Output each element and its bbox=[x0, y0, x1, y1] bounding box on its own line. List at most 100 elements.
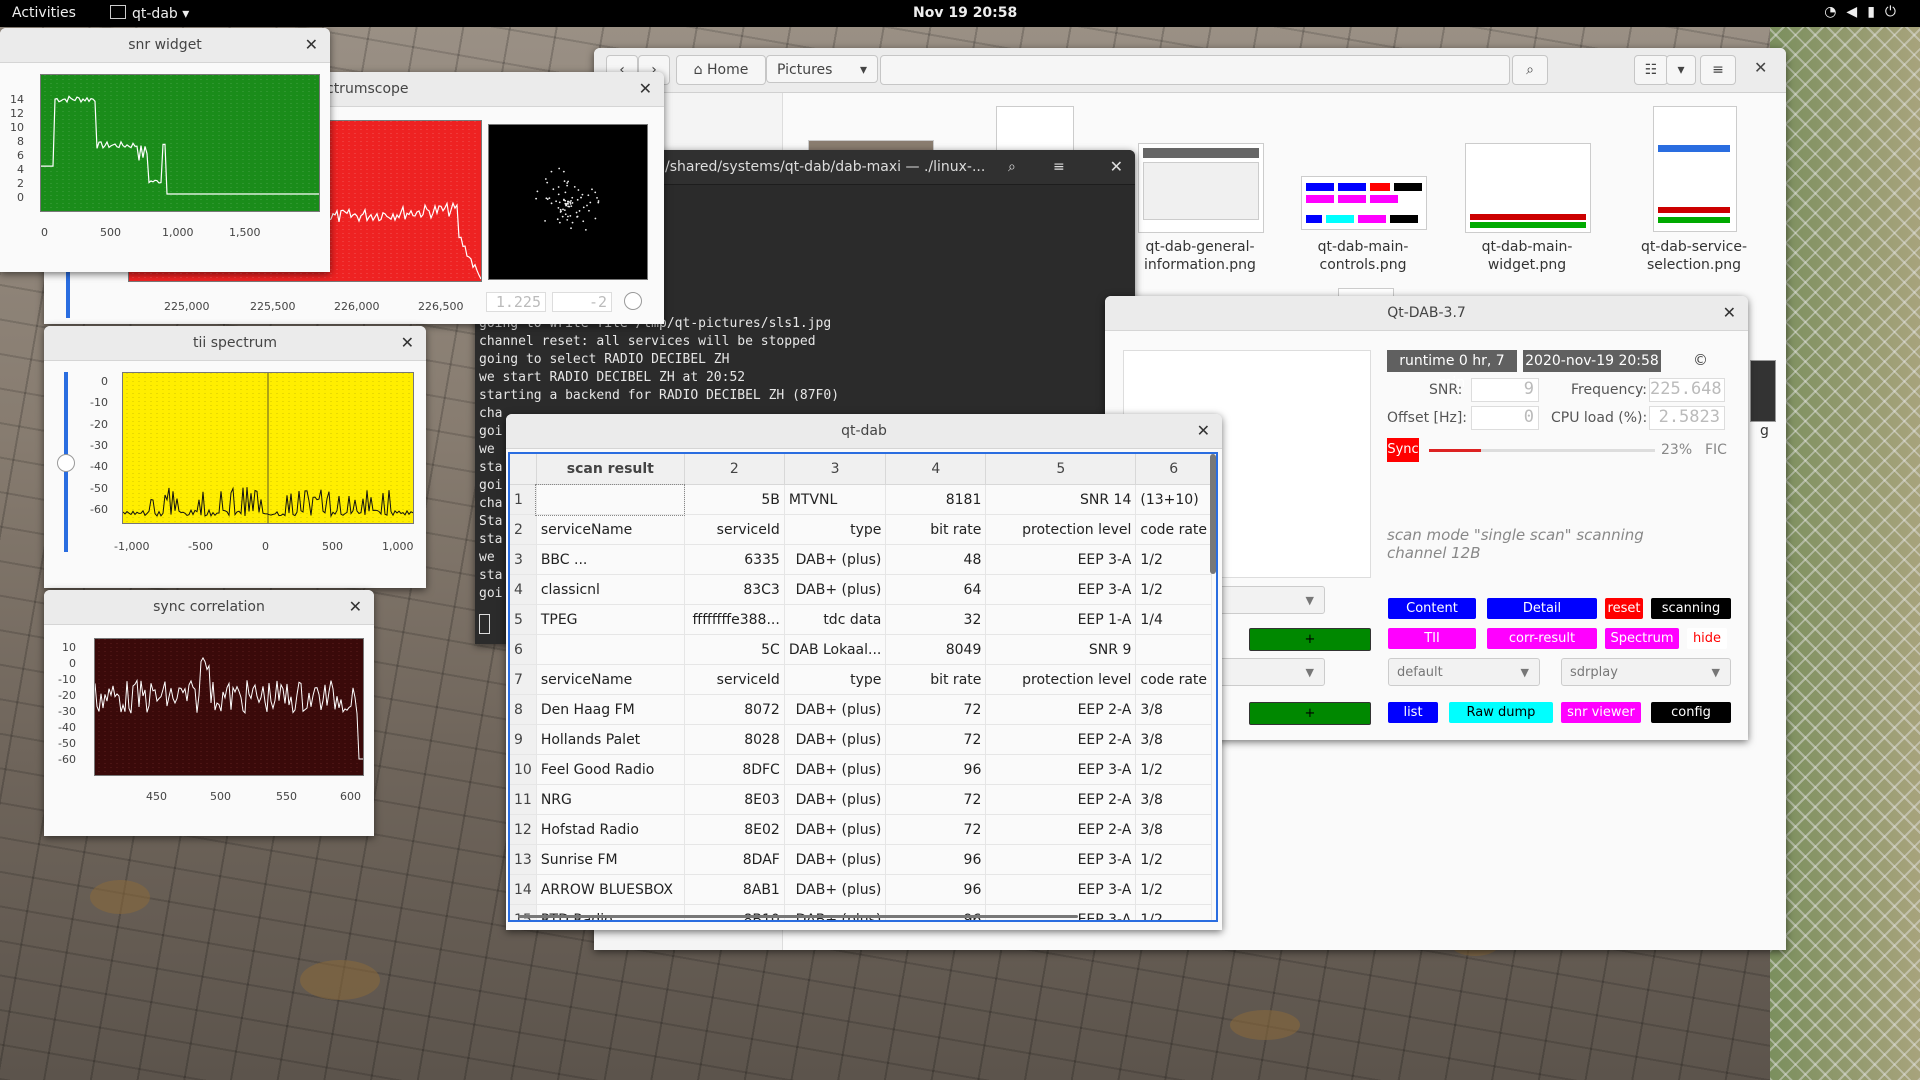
content-button[interactable]: Content bbox=[1388, 598, 1476, 619]
column-header[interactable]: scan result bbox=[536, 454, 685, 485]
table-cell[interactable]: serviceName bbox=[536, 514, 685, 545]
scan-result-table[interactable]: scan result 2 3 4 5 6 1 5B MTVNL 8181 SNR 14 (13+1… bbox=[510, 454, 1213, 920]
reset-button[interactable]: reset bbox=[1605, 598, 1643, 619]
table-cell[interactable]: EEP 3-A bbox=[985, 754, 1137, 785]
table-cell[interactable]: 72 bbox=[885, 724, 987, 755]
table-cell[interactable]: 8DFC bbox=[684, 754, 785, 785]
table-cell[interactable]: 8181 bbox=[885, 484, 987, 515]
table-cell[interactable]: DAB+ (plus) bbox=[784, 784, 887, 815]
table-cell[interactable] bbox=[1135, 634, 1213, 665]
table-cell[interactable]: serviceId bbox=[684, 664, 785, 695]
table-cell[interactable]: SNR 9 bbox=[985, 634, 1137, 665]
next-button[interactable]: + bbox=[1249, 628, 1371, 651]
column-header[interactable]: 2 bbox=[684, 454, 785, 485]
table-cell[interactable]: Den Haag FM bbox=[536, 694, 685, 725]
file-thumbnail[interactable] bbox=[1750, 360, 1776, 422]
table-cell[interactable]: EEP 3-A bbox=[985, 844, 1137, 875]
corr-result-button[interactable]: corr-result bbox=[1487, 628, 1597, 649]
input-selector[interactable]: sdrplay ▼ bbox=[1561, 658, 1731, 686]
table-cell[interactable]: code rate bbox=[1135, 514, 1213, 545]
table-cell[interactable]: EEP 2-A bbox=[985, 814, 1137, 845]
spectrum-button[interactable]: Spectrum bbox=[1605, 628, 1679, 649]
table-row[interactable]: 2 serviceName serviceId type bit rate protect… bbox=[510, 514, 1213, 545]
vertical-scrollbar[interactable] bbox=[1210, 454, 1216, 574]
table-cell[interactable]: type bbox=[784, 514, 887, 545]
snr-viewer-button[interactable]: snr viewer bbox=[1561, 702, 1641, 723]
table-cell[interactable]: (13+10) bbox=[1135, 484, 1213, 515]
table-cell[interactable]: 3/8 bbox=[1135, 814, 1213, 845]
file-thumbnail-general-information[interactable] bbox=[1138, 143, 1264, 233]
close-icon[interactable]: ✕ bbox=[1723, 296, 1736, 330]
row-number[interactable]: 1 bbox=[510, 484, 537, 515]
table-row[interactable]: 1 5B MTVNL 8181 SNR 14 (13+10) bbox=[510, 483, 1213, 516]
spectrum-dial[interactable] bbox=[624, 292, 642, 310]
table-cell[interactable]: serviceName bbox=[536, 664, 685, 695]
close-icon[interactable]: ✕ bbox=[1197, 414, 1210, 448]
table-row[interactable]: 11 NRG 8E03 DAB+ (plus) 72 EEP 2-A 3/8 bbox=[510, 784, 1213, 815]
horizontal-scrollbar[interactable] bbox=[518, 915, 1078, 918]
table-cell[interactable]: protection level bbox=[985, 664, 1137, 695]
table-cell[interactable]: DAB+ (plus) bbox=[784, 724, 887, 755]
table-cell[interactable]: 32 bbox=[885, 604, 987, 635]
view-list-button[interactable]: ☷ bbox=[1634, 55, 1668, 85]
table-cell[interactable]: DAB+ (plus) bbox=[784, 844, 887, 875]
table-cell[interactable]: BBC ... bbox=[536, 544, 685, 575]
table-cell[interactable]: TPEG bbox=[536, 604, 685, 635]
table-cell[interactable]: 8DAF bbox=[684, 844, 785, 875]
table-cell[interactable]: type bbox=[784, 664, 887, 695]
table-row[interactable]: 12 Hofstad Radio 8E02 DAB+ (plus) 72 EEP 2-A 3… bbox=[510, 814, 1213, 845]
next-service-button[interactable]: + bbox=[1249, 702, 1371, 725]
app-menu[interactable]: qt-dab ▾ bbox=[110, 5, 189, 22]
row-number[interactable]: 13 bbox=[510, 844, 537, 875]
table-cell[interactable]: bit rate bbox=[885, 664, 987, 695]
table-cell[interactable]: DAB+ (plus) bbox=[784, 544, 887, 575]
table-row[interactable]: 3 BBC ... 6335 DAB+ (plus) 48 EEP 3-A 1/2 bbox=[510, 544, 1213, 575]
table-cell[interactable]: 64 bbox=[885, 574, 987, 605]
row-number[interactable]: 2 bbox=[510, 514, 537, 545]
table-row[interactable]: 10 Feel Good Radio 8DFC DAB+ (plus) 96 EEP 3-… bbox=[510, 754, 1213, 785]
table-cell[interactable]: 6335 bbox=[684, 544, 785, 575]
table-cell[interactable]: 3/8 bbox=[1135, 694, 1213, 725]
close-icon[interactable]: ✕ bbox=[1110, 150, 1123, 184]
table-cell[interactable]: EEP 3-A bbox=[985, 874, 1137, 905]
table-cell[interactable]: RTD Radio bbox=[536, 904, 685, 920]
row-number[interactable]: 6 bbox=[510, 634, 537, 665]
table-cell[interactable]: 72 bbox=[885, 784, 987, 815]
table-cell[interactable]: DAB+ (plus) bbox=[784, 754, 887, 785]
table-cell[interactable]: NRG bbox=[536, 784, 685, 815]
table-cell[interactable]: EEP 1-A bbox=[985, 604, 1137, 635]
row-number[interactable]: 3 bbox=[510, 544, 537, 575]
file-name-partial[interactable]: g bbox=[1760, 423, 1769, 439]
table-cell[interactable]: 8E03 bbox=[684, 784, 785, 815]
table-cell[interactable]: 3/8 bbox=[1135, 784, 1213, 815]
scanning-button[interactable]: scanning bbox=[1651, 598, 1731, 619]
table-cell[interactable]: 8028 bbox=[684, 724, 785, 755]
row-number[interactable]: 15 bbox=[510, 904, 537, 920]
table-cell[interactable]: 1/4 bbox=[1135, 604, 1213, 635]
table-cell[interactable]: 8072 bbox=[684, 694, 785, 725]
table-cell[interactable]: DAB+ (plus) bbox=[784, 694, 887, 725]
table-cell[interactable]: DAB+ (plus) bbox=[784, 814, 887, 845]
table-cell[interactable]: DAB+ (plus) bbox=[784, 574, 887, 605]
copyright-button[interactable]: © bbox=[1693, 351, 1708, 369]
table-cell[interactable]: 96 bbox=[885, 904, 987, 920]
table-cell[interactable] bbox=[536, 634, 685, 665]
table-cell[interactable]: SNR 14 bbox=[985, 484, 1137, 515]
file-thumbnail-main-controls[interactable] bbox=[1301, 176, 1427, 230]
menu-button[interactable]: ≡ bbox=[1700, 55, 1736, 85]
table-cell[interactable]: 1/2 bbox=[1135, 754, 1213, 785]
table-cell[interactable]: tdc data bbox=[784, 604, 887, 635]
table-cell[interactable]: 96 bbox=[885, 754, 987, 785]
close-icon[interactable]: ✕ bbox=[305, 28, 318, 62]
column-header[interactable]: 3 bbox=[784, 454, 887, 485]
file-name[interactable]: qt-dab-service-selection.png bbox=[1619, 238, 1769, 274]
activities-button[interactable]: Activities bbox=[12, 5, 76, 21]
table-cell[interactable]: 72 bbox=[885, 694, 987, 725]
table-cell[interactable]: 96 bbox=[885, 874, 987, 905]
table-cell[interactable]: EEP 3-A bbox=[985, 904, 1137, 920]
table-cell[interactable]: 48 bbox=[885, 544, 987, 575]
detail-button[interactable]: Detail bbox=[1487, 598, 1597, 619]
scan-result-table-frame[interactable]: scan result 2 3 4 5 6 1 5B MTVNL 8181 SNR 14 (13+1… bbox=[508, 452, 1218, 922]
table-cell[interactable]: 1/2 bbox=[1135, 844, 1213, 875]
table-cell[interactable]: Sunrise FM bbox=[536, 844, 685, 875]
